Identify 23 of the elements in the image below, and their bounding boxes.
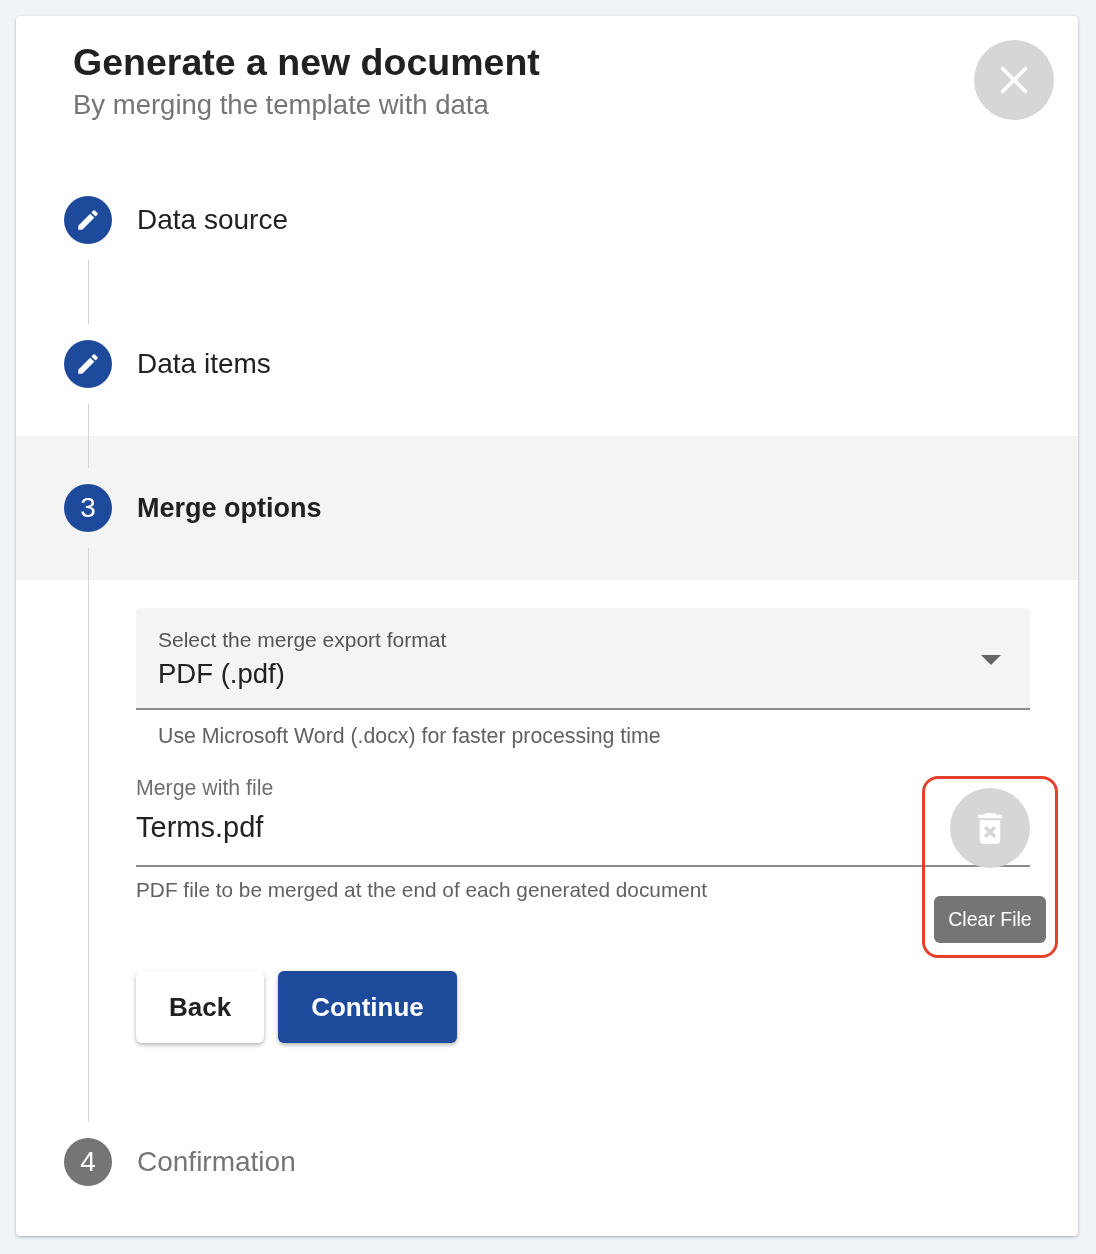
format-select[interactable]: Select the merge export format PDF (.pdf) bbox=[136, 608, 1030, 710]
merge-file-field[interactable]: Merge with file Terms.pdf bbox=[136, 777, 938, 865]
close-icon bbox=[1000, 66, 1028, 94]
step-number: 3 bbox=[64, 484, 112, 532]
step-header[interactable]: Data items bbox=[16, 292, 1078, 436]
primary-button[interactable]: Continue bbox=[278, 971, 457, 1043]
step-label: Data items bbox=[137, 348, 271, 380]
step-header[interactable]: Data source bbox=[16, 148, 1078, 292]
tooltip: Clear File bbox=[934, 896, 1046, 943]
dialog-subtitle: By merging the template with data bbox=[73, 89, 490, 121]
pencil-icon bbox=[64, 196, 112, 244]
helper-text: Use Microsoft Word (.docx) for faster processing time bbox=[158, 724, 661, 748]
secondary-button[interactable]: Back bbox=[136, 971, 265, 1043]
dialog-title: Generate a new document bbox=[73, 41, 540, 84]
step-label: Data source bbox=[137, 204, 288, 236]
step-label: Merge options bbox=[137, 492, 322, 524]
caret-icon bbox=[981, 654, 1001, 665]
pencil-icon bbox=[64, 340, 112, 388]
trash-icon bbox=[978, 812, 1002, 844]
step-label: Confirmation bbox=[137, 1146, 296, 1178]
step-header[interactable]: 3 Merge options bbox=[16, 436, 1078, 580]
step-number: 4 bbox=[64, 1138, 112, 1186]
helper-text: PDF file to be merged at the end of each generated document bbox=[136, 879, 708, 901]
